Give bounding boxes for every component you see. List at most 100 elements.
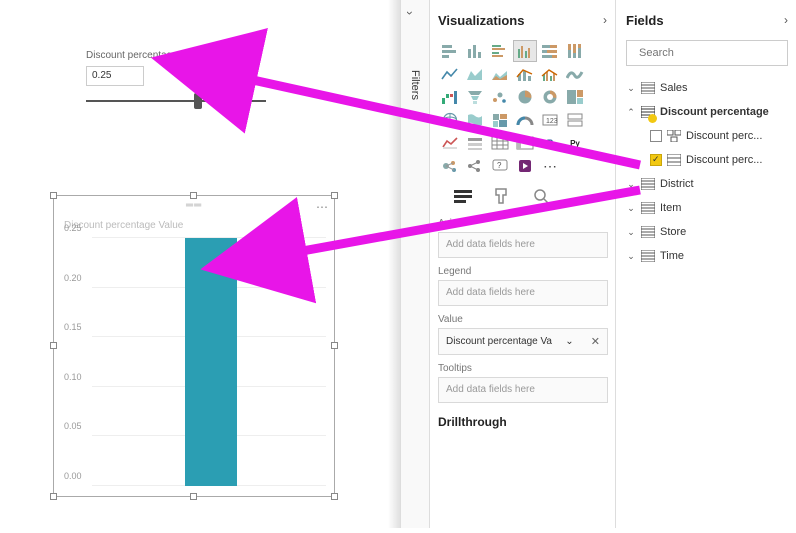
- resize-handle[interactable]: [190, 192, 197, 199]
- chevron-collapse-icon[interactable]: ›: [603, 13, 607, 27]
- table-label: Sales: [660, 82, 688, 94]
- python-visual-icon[interactable]: Py: [563, 132, 587, 154]
- field-checkbox[interactable]: [650, 130, 662, 142]
- stacked-bar-100-icon[interactable]: [538, 40, 562, 62]
- line-chart-icon[interactable]: [438, 63, 462, 85]
- slicer-track[interactable]: [86, 100, 266, 102]
- analytics-tab-icon[interactable]: [532, 187, 554, 210]
- shape-map-icon[interactable]: [488, 109, 512, 131]
- chevron-right-icon: ⌄: [626, 203, 636, 214]
- pie-icon[interactable]: [513, 86, 537, 108]
- waterfall-icon[interactable]: [438, 86, 462, 108]
- matrix-icon[interactable]: [513, 132, 537, 154]
- svg-text:123: 123: [546, 118, 558, 125]
- table-icon[interactable]: [488, 132, 512, 154]
- search-input[interactable]: [639, 47, 781, 59]
- axis-well[interactable]: Add data fields here: [438, 232, 608, 258]
- tooltips-well[interactable]: Add data fields here: [438, 377, 608, 403]
- filters-pane-collapsed[interactable]: › Filters: [400, 0, 430, 528]
- resize-handle[interactable]: [50, 192, 57, 199]
- r-visual-icon[interactable]: R: [538, 132, 562, 154]
- kpi-icon[interactable]: [438, 132, 462, 154]
- slicer-icon[interactable]: [463, 132, 487, 154]
- visualizations-title: Visualizations: [438, 13, 524, 28]
- resize-handle[interactable]: [331, 342, 338, 349]
- fields-tab-icon[interactable]: [452, 187, 474, 210]
- key-influencers-icon[interactable]: [438, 155, 462, 177]
- table-label: Store: [660, 226, 686, 238]
- qna-icon[interactable]: ?: [488, 155, 512, 177]
- multi-row-card-icon[interactable]: [563, 109, 587, 131]
- table-store[interactable]: ⌄ Store: [626, 220, 788, 244]
- bar-chart-visual[interactable]: ══ ⋯ Discount percentage Value 0.00 0.05…: [54, 196, 334, 496]
- legend-well[interactable]: Add data fields here: [438, 280, 608, 306]
- scatter-icon[interactable]: [488, 86, 512, 108]
- resize-handle[interactable]: [331, 493, 338, 500]
- chevron-down-icon[interactable]: ⌄: [565, 336, 573, 347]
- resize-handle[interactable]: [331, 192, 338, 199]
- bar: [185, 238, 237, 486]
- table-icon: [667, 154, 681, 166]
- field-discount-perc-2[interactable]: Discount perc...: [626, 148, 788, 172]
- visual-gallery: 123 R Py ? ⋯: [438, 40, 607, 177]
- clustered-bar-icon[interactable]: [488, 40, 512, 62]
- fields-search[interactable]: [626, 40, 788, 66]
- format-tab-icon[interactable]: [492, 187, 514, 210]
- chevron-expand-icon[interactable]: ›: [403, 11, 417, 15]
- stacked-bar-icon[interactable]: [438, 40, 462, 62]
- y-tick: 0.00: [64, 471, 82, 481]
- move-grip-icon[interactable]: ══: [186, 200, 202, 211]
- donut-icon[interactable]: [538, 86, 562, 108]
- gauge-icon[interactable]: [513, 109, 537, 131]
- stacked-area-icon[interactable]: [488, 63, 512, 85]
- chevron-right-icon: ⌄: [626, 251, 636, 262]
- stacked-column-icon[interactable]: [463, 40, 487, 62]
- field-checkbox[interactable]: [650, 154, 662, 166]
- report-canvas[interactable]: Discount percentage 0.25 ══ ⋯ Discount p…: [0, 0, 400, 528]
- visualizations-pane: Visualizations › 123 R: [430, 0, 616, 528]
- resize-handle[interactable]: [190, 493, 197, 500]
- chart-title: Discount percentage Value: [64, 220, 183, 231]
- table-icon: [641, 82, 655, 94]
- power-apps-icon[interactable]: [513, 155, 537, 177]
- funnel-icon[interactable]: [463, 86, 487, 108]
- card-icon[interactable]: 123: [538, 109, 562, 131]
- svg-text:?: ?: [497, 161, 502, 170]
- table-icon: [641, 178, 655, 190]
- filters-label: Filters: [409, 70, 421, 100]
- chevron-right-icon: ⌄: [626, 227, 636, 238]
- decomposition-tree-icon[interactable]: [463, 155, 487, 177]
- fields-title: Fields: [626, 13, 664, 28]
- line-stacked-column-icon[interactable]: [513, 63, 537, 85]
- value-well[interactable]: Discount percentage Va ⌄ ✕: [438, 328, 608, 355]
- table-label: Discount percentage: [660, 106, 769, 118]
- table-discount-percentage[interactable]: ⌃ Discount percentage: [626, 100, 788, 124]
- legend-section-label: Legend: [438, 266, 607, 277]
- slicer-title: Discount percentage: [86, 50, 178, 61]
- slicer-value-input[interactable]: 0.25: [86, 66, 144, 86]
- chevron-collapse-icon[interactable]: ›: [784, 13, 788, 27]
- treemap-icon[interactable]: [563, 86, 587, 108]
- table-sales[interactable]: ⌄ Sales: [626, 76, 788, 100]
- more-visuals-icon[interactable]: ⋯: [538, 155, 562, 177]
- more-options-icon[interactable]: ⋯: [316, 200, 328, 214]
- table-label: Item: [660, 202, 681, 214]
- ribbon-chart-icon[interactable]: [563, 63, 587, 85]
- map-icon[interactable]: [438, 109, 462, 131]
- stacked-column-100-icon[interactable]: [563, 40, 587, 62]
- table-time[interactable]: ⌄ Time: [626, 244, 788, 268]
- y-tick: 0.20: [64, 273, 82, 283]
- remove-field-icon[interactable]: ✕: [591, 335, 600, 348]
- filled-map-icon[interactable]: [463, 109, 487, 131]
- resize-handle[interactable]: [50, 493, 57, 500]
- table-district[interactable]: ⌄ District: [626, 172, 788, 196]
- slicer-handle[interactable]: [194, 93, 202, 109]
- field-discount-perc-1[interactable]: Discount perc...: [626, 124, 788, 148]
- line-clustered-column-icon[interactable]: [538, 63, 562, 85]
- area-chart-icon[interactable]: [463, 63, 487, 85]
- value-field-name: Discount percentage Va: [446, 336, 552, 347]
- table-item[interactable]: ⌄ Item: [626, 196, 788, 220]
- field-label: Discount perc...: [686, 130, 762, 142]
- clustered-column-icon[interactable]: [513, 40, 537, 62]
- resize-handle[interactable]: [50, 342, 57, 349]
